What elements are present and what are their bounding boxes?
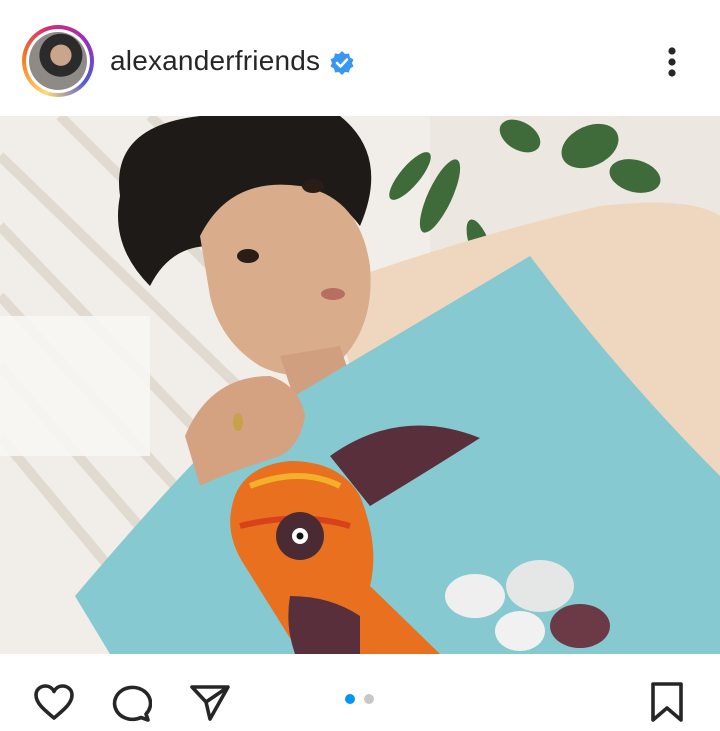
heart-icon[interactable] [32, 682, 76, 722]
post-photo[interactable] [0, 116, 720, 654]
send-icon[interactable] [188, 682, 232, 722]
bookmark-icon[interactable] [647, 680, 687, 724]
more-options-icon[interactable] [660, 44, 684, 80]
comment-icon[interactable] [108, 682, 152, 722]
avatar[interactable] [22, 25, 94, 97]
verified-badge-icon [330, 51, 354, 75]
username-link[interactable]: alexanderfriends [110, 45, 320, 77]
action-bar [0, 654, 720, 731]
photo-image [0, 116, 720, 654]
carousel-dot-active[interactable] [345, 694, 355, 704]
carousel-dot[interactable] [364, 694, 374, 704]
post-header: alexanderfriends [0, 0, 720, 116]
